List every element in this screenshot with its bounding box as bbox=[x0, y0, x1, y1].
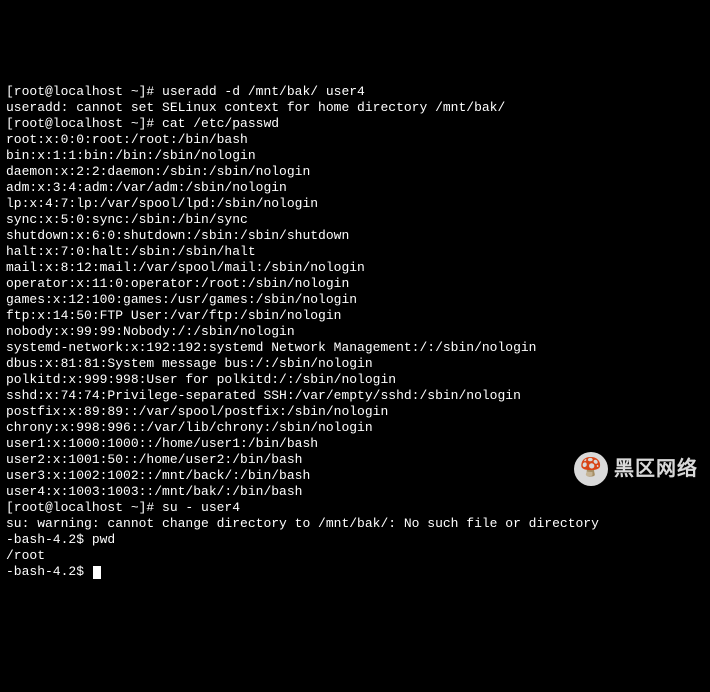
terminal-line: polkitd:x:999:998:User for polkitd:/:/sb… bbox=[6, 372, 704, 388]
terminal-line: lp:x:4:7:lp:/var/spool/lpd:/sbin/nologin bbox=[6, 196, 704, 212]
terminal-line: ftp:x:14:50:FTP User:/var/ftp:/sbin/nolo… bbox=[6, 308, 704, 324]
terminal-output[interactable]: [root@localhost ~]# useradd -d /mnt/bak/… bbox=[6, 68, 704, 580]
terminal-line: chrony:x:998:996::/var/lib/chrony:/sbin/… bbox=[6, 420, 704, 436]
cursor bbox=[93, 566, 101, 579]
terminal-line: postfix:x:89:89::/var/spool/postfix:/sbi… bbox=[6, 404, 704, 420]
terminal-line: mail:x:8:12:mail:/var/spool/mail:/sbin/n… bbox=[6, 260, 704, 276]
terminal-line: user2:x:1001:50::/home/user2:/bin/bash bbox=[6, 452, 704, 468]
terminal-line: [root@localhost ~]# cat /etc/passwd bbox=[6, 116, 704, 132]
terminal-line: su: warning: cannot change directory to … bbox=[6, 516, 704, 532]
terminal-line: [root@localhost ~]# useradd -d /mnt/bak/… bbox=[6, 84, 704, 100]
terminal-line: daemon:x:2:2:daemon:/sbin:/sbin/nologin bbox=[6, 164, 704, 180]
terminal-line: [root@localhost ~]# su - user4 bbox=[6, 500, 704, 516]
terminal-line: halt:x:7:0:halt:/sbin:/sbin/halt bbox=[6, 244, 704, 260]
terminal-line: user1:x:1000:1000::/home/user1:/bin/bash bbox=[6, 436, 704, 452]
terminal-line: /root bbox=[6, 548, 704, 564]
terminal-line: sync:x:5:0:sync:/sbin:/bin/sync bbox=[6, 212, 704, 228]
terminal-line: shutdown:x:6:0:shutdown:/sbin:/sbin/shut… bbox=[6, 228, 704, 244]
terminal-line: root:x:0:0:root:/root:/bin/bash bbox=[6, 132, 704, 148]
terminal-line: user4:x:1003:1003::/mnt/bak/:/bin/bash bbox=[6, 484, 704, 500]
terminal-line bbox=[6, 68, 704, 84]
terminal-line: dbus:x:81:81:System message bus:/:/sbin/… bbox=[6, 356, 704, 372]
terminal-line: nobody:x:99:99:Nobody:/:/sbin/nologin bbox=[6, 324, 704, 340]
terminal-line: adm:x:3:4:adm:/var/adm:/sbin/nologin bbox=[6, 180, 704, 196]
terminal-line: systemd-network:x:192:192:systemd Networ… bbox=[6, 340, 704, 356]
terminal-line: games:x:12:100:games:/usr/games:/sbin/no… bbox=[6, 292, 704, 308]
terminal-line: bin:x:1:1:bin:/bin:/sbin/nologin bbox=[6, 148, 704, 164]
terminal-line: operator:x:11:0:operator:/root:/sbin/nol… bbox=[6, 276, 704, 292]
terminal-line: user3:x:1002:1002::/mnt/back/:/bin/bash bbox=[6, 468, 704, 484]
terminal-line: -bash-4.2$ bbox=[6, 564, 704, 580]
terminal-line: useradd: cannot set SELinux context for … bbox=[6, 100, 704, 116]
terminal-line: -bash-4.2$ pwd bbox=[6, 532, 704, 548]
terminal-line: sshd:x:74:74:Privilege-separated SSH:/va… bbox=[6, 388, 704, 404]
